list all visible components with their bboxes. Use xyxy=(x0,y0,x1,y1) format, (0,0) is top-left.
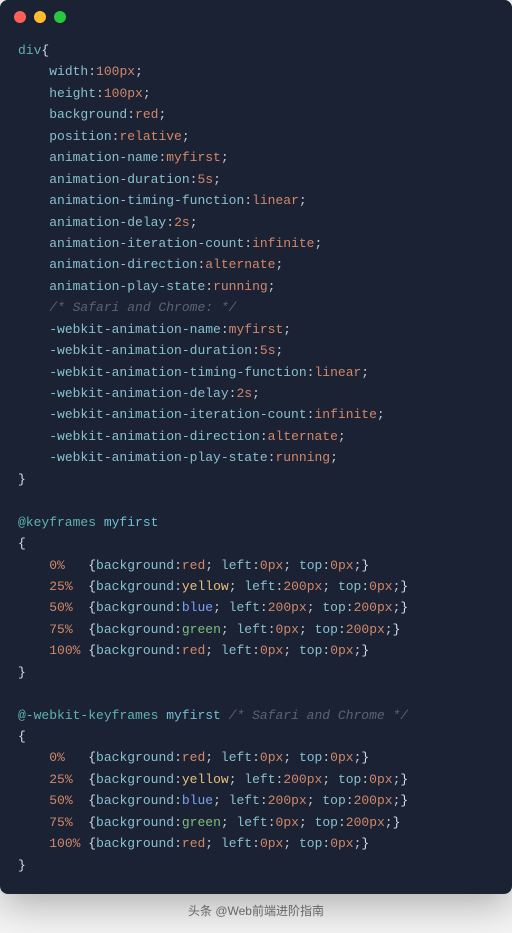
code-window: div{ width:100px; height:100px; backgrou… xyxy=(0,0,512,894)
code-block: div{ width:100px; height:100px; backgrou… xyxy=(0,34,512,894)
close-icon[interactable] xyxy=(14,11,26,23)
minimize-icon[interactable] xyxy=(34,11,46,23)
window-titlebar xyxy=(0,0,512,34)
footer-text: 头条 @Web前端进阶指南 xyxy=(188,904,324,918)
page-footer: 头条 @Web前端进阶指南 xyxy=(0,894,512,933)
maximize-icon[interactable] xyxy=(54,11,66,23)
